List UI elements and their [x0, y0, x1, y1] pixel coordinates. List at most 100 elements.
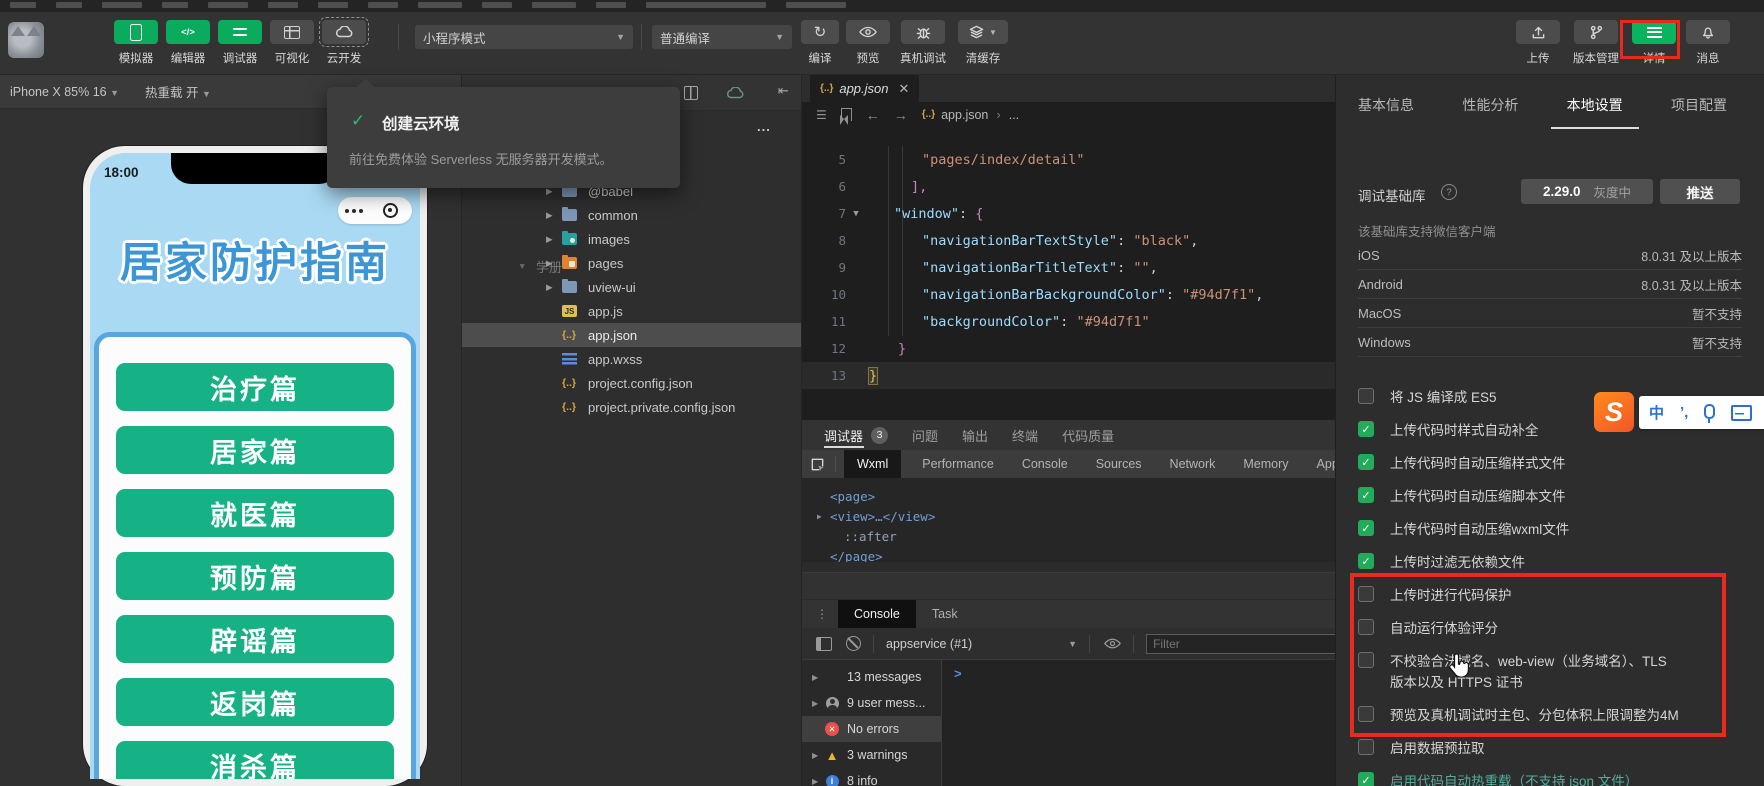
- file-tree-item[interactable]: ▶ uview-ui: [462, 275, 801, 299]
- console-tab[interactable]: Task: [916, 600, 974, 628]
- app-nav-button[interactable]: 消杀篇: [116, 741, 394, 779]
- app-nav-button[interactable]: 就医篇: [116, 489, 394, 537]
- settings-checkbox-row[interactable]: 不校验合法域名、web-view（业务域名）、TLS 版本以及 HTTPS 证书: [1358, 651, 1744, 693]
- wxml-tree[interactable]: ▶ <page> ▶ <view>…</view> ▶ ::after ▶ </…: [802, 478, 1335, 562]
- checkbox[interactable]: [1358, 772, 1374, 786]
- debugger-tab[interactable]: 代码质量: [1062, 420, 1114, 450]
- kebab-menu-icon[interactable]: ⋮: [816, 607, 828, 621]
- settings-checkbox-row[interactable]: 启用代码自动热重载（不支持 json 文件）: [1358, 771, 1744, 786]
- push-button[interactable]: 推送: [1660, 179, 1740, 204]
- editor-tab-appjson[interactable]: {..} app.json ✕: [810, 75, 919, 102]
- compile-mode-dropdown[interactable]: 普通编译 ▼: [652, 25, 792, 49]
- file-tree-item[interactable]: ▶ common: [462, 203, 801, 227]
- remote-debug-button[interactable]: 真机调试: [896, 20, 950, 66]
- wxml-node[interactable]: ▶ ::after: [830, 526, 1335, 546]
- console-tab[interactable]: Console: [838, 600, 916, 628]
- debugger-tab[interactable]: 输出: [962, 420, 988, 450]
- nav-forward-icon[interactable]: →: [894, 107, 908, 123]
- styles-pane-splitter[interactable]: [802, 562, 1335, 600]
- checkbox[interactable]: [1358, 586, 1374, 602]
- app-nav-button[interactable]: 返岗篇: [116, 678, 394, 726]
- message-button[interactable]: 消息: [1686, 20, 1730, 66]
- file-tree-item[interactable]: ▶ app.js: [462, 299, 801, 323]
- devtools-tab[interactable]: Network: [1163, 450, 1223, 478]
- devtools-tab[interactable]: AppData: [1310, 450, 1335, 478]
- settings-checkbox-row[interactable]: 上传代码时自动压缩脚本文件: [1358, 486, 1744, 507]
- sogou-logo-icon[interactable]: S: [1594, 392, 1634, 432]
- devtools-tab[interactable]: Performance: [915, 450, 1001, 478]
- settings-tab[interactable]: 基本信息: [1358, 95, 1414, 129]
- fold-caret-icon[interactable]: ▼: [846, 209, 866, 219]
- split-editor-icon[interactable]: [684, 86, 698, 100]
- checkbox[interactable]: [1358, 553, 1374, 569]
- toolbar-panel-button[interactable]: 模拟器: [114, 20, 158, 66]
- devtools-tab[interactable]: Memory: [1236, 450, 1295, 478]
- checkbox[interactable]: [1358, 619, 1374, 635]
- toolbar-panel-button[interactable]: 云开发: [322, 20, 366, 66]
- debugger-tab[interactable]: 终端: [1012, 420, 1038, 450]
- app-nav-button[interactable]: 治疗篇: [116, 363, 394, 411]
- code-area[interactable]: 5 ▼ "pages/index/detail" 6 ▼ ], 7 ▼ "win…: [802, 127, 1335, 420]
- breadcrumb-file[interactable]: app.json: [941, 108, 988, 122]
- details-button[interactable]: 详情: [1632, 20, 1676, 66]
- checkbox[interactable]: [1358, 520, 1374, 536]
- breadcrumb-more[interactable]: ...: [1009, 108, 1019, 122]
- user-avatar[interactable]: [8, 22, 44, 58]
- outline-list-icon[interactable]: ☰: [816, 108, 827, 122]
- toolbar-panel-button[interactable]: 调试器: [218, 20, 262, 66]
- cloud-sync-icon[interactable]: [726, 87, 745, 99]
- mode-dropdown[interactable]: 小程序模式 ▼: [415, 25, 633, 49]
- filter-input[interactable]: [1146, 634, 1335, 654]
- settings-checkbox-row[interactable]: 上传时过滤无依赖文件: [1358, 552, 1744, 573]
- checkbox[interactable]: [1358, 706, 1374, 722]
- close-icon[interactable]: ✕: [899, 81, 910, 97]
- console-group-row[interactable]: ▶ 9 user mess...: [802, 690, 941, 716]
- compile-button[interactable]: ↻ 编译: [800, 20, 840, 66]
- eye-icon[interactable]: [1104, 638, 1121, 649]
- explorer-more-actions[interactable]: ...: [757, 119, 771, 134]
- bookmark-icon[interactable]: [841, 108, 852, 121]
- nav-back-icon[interactable]: ←: [866, 107, 880, 123]
- console-group-row[interactable]: ▶ No errors: [802, 716, 941, 742]
- toolbar-panel-button[interactable]: 可视化: [270, 20, 314, 66]
- version-manage-button[interactable]: 版本管理: [1570, 20, 1622, 66]
- inspect-element-icon[interactable]: [810, 457, 825, 472]
- file-tree-item[interactable]: ▶ project.private.config.json: [462, 395, 801, 419]
- settings-checkbox-row[interactable]: 上传时进行代码保护: [1358, 585, 1744, 606]
- checkbox[interactable]: [1358, 487, 1374, 503]
- file-tree-item[interactable]: ▶ images: [462, 227, 801, 251]
- settings-checkbox-row[interactable]: 上传代码时自动压缩样式文件: [1358, 453, 1744, 474]
- checkbox[interactable]: [1358, 421, 1374, 437]
- console-group-row[interactable]: ▶ 8 info: [802, 768, 941, 786]
- clear-cache-button[interactable]: ▼ 清缓存: [956, 20, 1010, 66]
- file-tree-item[interactable]: ▶ app.json: [462, 323, 801, 347]
- app-nav-button[interactable]: 辟谣篇: [116, 615, 394, 663]
- devtools-tab[interactable]: Sources: [1089, 450, 1149, 478]
- upload-button[interactable]: 上传: [1516, 20, 1560, 66]
- settings-checkbox-row[interactable]: 启用数据预拉取: [1358, 738, 1744, 759]
- keyboard-icon[interactable]: [1731, 405, 1752, 421]
- miniprogram-capsule[interactable]: [338, 197, 412, 224]
- help-icon[interactable]: ?: [1441, 184, 1457, 200]
- checkbox[interactable]: [1358, 652, 1374, 668]
- file-tree-item[interactable]: ▶ pages: [462, 251, 801, 275]
- library-version-dropdown[interactable]: 2.29.0 灰度中: [1521, 179, 1653, 204]
- settings-tab[interactable]: 性能分析: [1462, 95, 1518, 129]
- console-prompt[interactable]: >: [954, 666, 962, 681]
- settings-checkbox-row[interactable]: 自动运行体验评分: [1358, 618, 1744, 639]
- toolbar-panel-button[interactable]: </> 编辑器: [166, 20, 210, 66]
- toggle-sidebar-icon[interactable]: [816, 637, 832, 651]
- device-dropdown[interactable]: iPhone X 85% 16 ▼: [10, 85, 119, 99]
- checkbox[interactable]: [1358, 454, 1374, 470]
- settings-checkbox-row[interactable]: 预览及真机调试时主包、分包体积上限调整为4M: [1358, 705, 1744, 726]
- debugger-tab[interactable]: 调试器 3: [824, 420, 888, 450]
- ime-punctuation-toggle[interactable]: ’,: [1680, 404, 1688, 421]
- hot-reload-dropdown[interactable]: 热重载 开 ▼: [145, 82, 211, 101]
- context-dropdown[interactable]: appservice (#1): [886, 637, 972, 651]
- file-tree-item[interactable]: ▶ app.wxss: [462, 347, 801, 371]
- checkbox[interactable]: [1358, 739, 1374, 755]
- devtools-tab[interactable]: Console: [1015, 450, 1075, 478]
- debugger-tab[interactable]: 问题: [912, 420, 938, 450]
- app-nav-button[interactable]: 居家篇: [116, 426, 394, 474]
- wxml-node[interactable]: ▶ <page>: [830, 486, 1335, 506]
